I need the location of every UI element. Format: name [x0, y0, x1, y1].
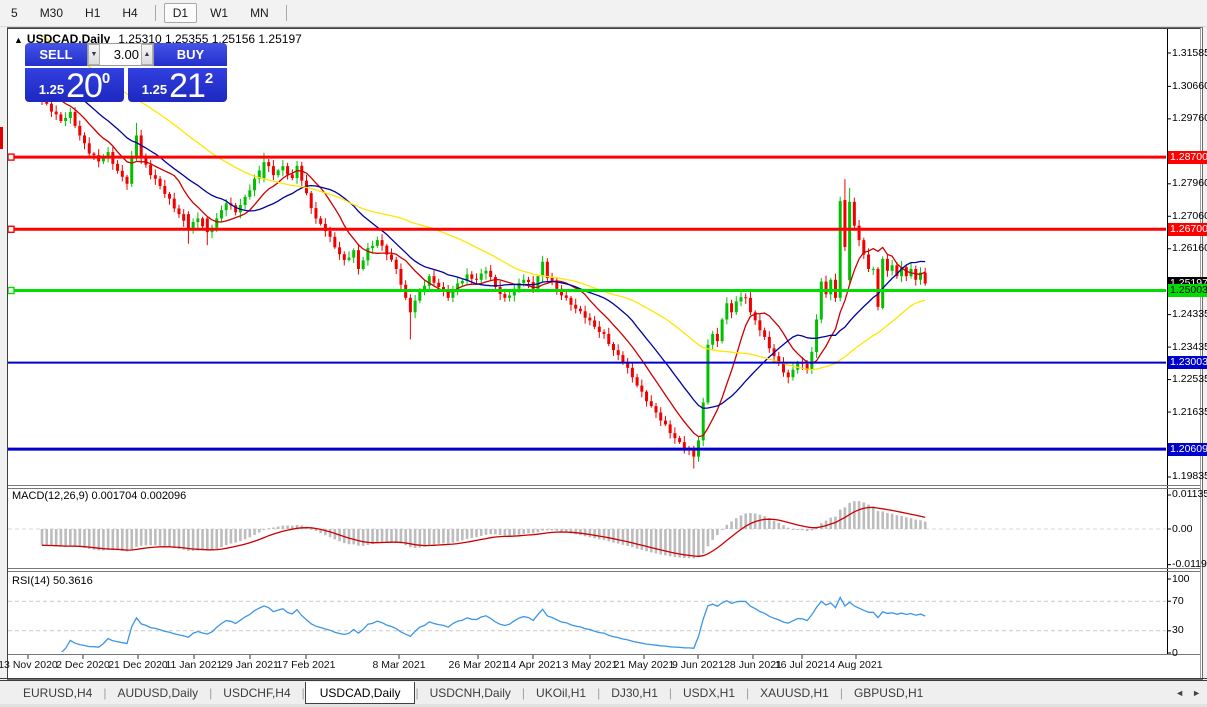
chart-tab-dj30-h1[interactable]: DJ30,H1	[600, 683, 669, 703]
date-label: 4 Aug 2021	[829, 659, 883, 671]
volume-decrease-button[interactable]: ▼	[88, 44, 100, 65]
price-badge: 1.25003	[1168, 284, 1207, 297]
price-tick: 1.30660	[1172, 79, 1207, 92]
sell-price-base: 1.25	[38, 82, 65, 97]
chart-tabs-bar: EURUSD,H4 | AUDUSD,Daily | USDCHF,H4 | USDCAD,…	[0, 680, 1207, 705]
price-tick: 1.19835	[1172, 470, 1207, 483]
sell-price-point: 0	[101, 70, 111, 87]
one-click-trading-panel: SELL ▼ ▲ BUY 1.25 20 0 1.25 21 2	[25, 43, 227, 105]
price-tick: 1.26160	[1172, 242, 1207, 255]
chart-tab-xauusd-h1[interactable]: XAUUSD,H1	[749, 683, 840, 703]
chart-tab-usdcnh-daily[interactable]: USDCNH,Daily	[419, 683, 522, 703]
buy-button[interactable]: BUY	[154, 43, 227, 66]
sell-price-display[interactable]: 1.25 20 0	[25, 67, 124, 105]
volume-increase-button[interactable]: ▲	[141, 44, 153, 65]
buy-price-base: 1.25	[141, 82, 168, 97]
price-tick: 1.21635	[1172, 405, 1207, 418]
sell-button[interactable]: SELL	[25, 43, 87, 66]
date-label: 8 Mar 2021	[372, 659, 426, 671]
chart-tab-audusd-daily[interactable]: AUDUSD,Daily	[106, 683, 209, 703]
chart-tab-usdx-h1[interactable]: USDX,H1	[672, 683, 746, 703]
macd-axis-tick: 0.00	[1172, 522, 1193, 535]
volume-input[interactable]	[100, 44, 141, 65]
price-tick: 1.22535	[1172, 373, 1207, 386]
price-chart-canvas[interactable]	[0, 0, 1207, 707]
chart-tab-usdchf-h4[interactable]: USDCHF,H4	[212, 683, 301, 703]
tab-scroll-left-icon[interactable]: ◄	[1175, 688, 1184, 698]
rsi-axis-tick: 30	[1172, 624, 1184, 637]
date-label: 17 Feb 2021	[276, 659, 336, 671]
price-tick: 1.27960	[1172, 177, 1207, 190]
sell-price-pips: 20	[66, 67, 103, 105]
macd-indicator-label: MACD(12,26,9) 0.001704 0.002096	[12, 490, 187, 502]
chart-tab-usdcad-daily[interactable]: USDCAD,Daily	[304, 682, 416, 704]
rsi-axis-tick: 70	[1172, 594, 1184, 607]
rsi-axis-tick: 0	[1172, 646, 1178, 659]
chart-tab-eurusd-h4[interactable]: EURUSD,H4	[12, 683, 103, 703]
macd-axis-tick: 0.01135	[1172, 488, 1207, 501]
price-tick: 1.29760	[1172, 112, 1207, 125]
collapse-arrow-icon[interactable]: ▲	[14, 35, 23, 45]
tab-scroll-right-icon[interactable]: ►	[1192, 688, 1201, 698]
rsi-axis-tick: 100	[1172, 572, 1190, 585]
chart-tab-ukoil-h1[interactable]: UKOil,H1	[525, 683, 597, 703]
price-tick: 1.27060	[1172, 209, 1207, 222]
buy-price-pips: 21	[169, 67, 206, 105]
buy-price-point: 2	[204, 70, 214, 87]
macd-axis-tick: -0.01190	[1172, 558, 1207, 571]
price-badge: 1.28700	[1168, 150, 1207, 164]
price-badge: 1.23003	[1168, 356, 1207, 370]
price-badge: 1.26700	[1168, 222, 1207, 236]
price-tick: 1.31585	[1172, 46, 1207, 59]
volume-spinner: ▼ ▲	[87, 43, 154, 66]
chart-tab-gbpusd-h1[interactable]: GBPUSD,H1	[843, 683, 934, 703]
buy-price-display[interactable]: 1.25 21 2	[128, 67, 227, 105]
price-tick: 1.23435	[1172, 340, 1207, 353]
price-badge: 1.20609	[1168, 442, 1207, 456]
rsi-indicator-label: RSI(14) 50.3616	[12, 575, 93, 587]
price-tick: 1.24335	[1172, 308, 1207, 321]
